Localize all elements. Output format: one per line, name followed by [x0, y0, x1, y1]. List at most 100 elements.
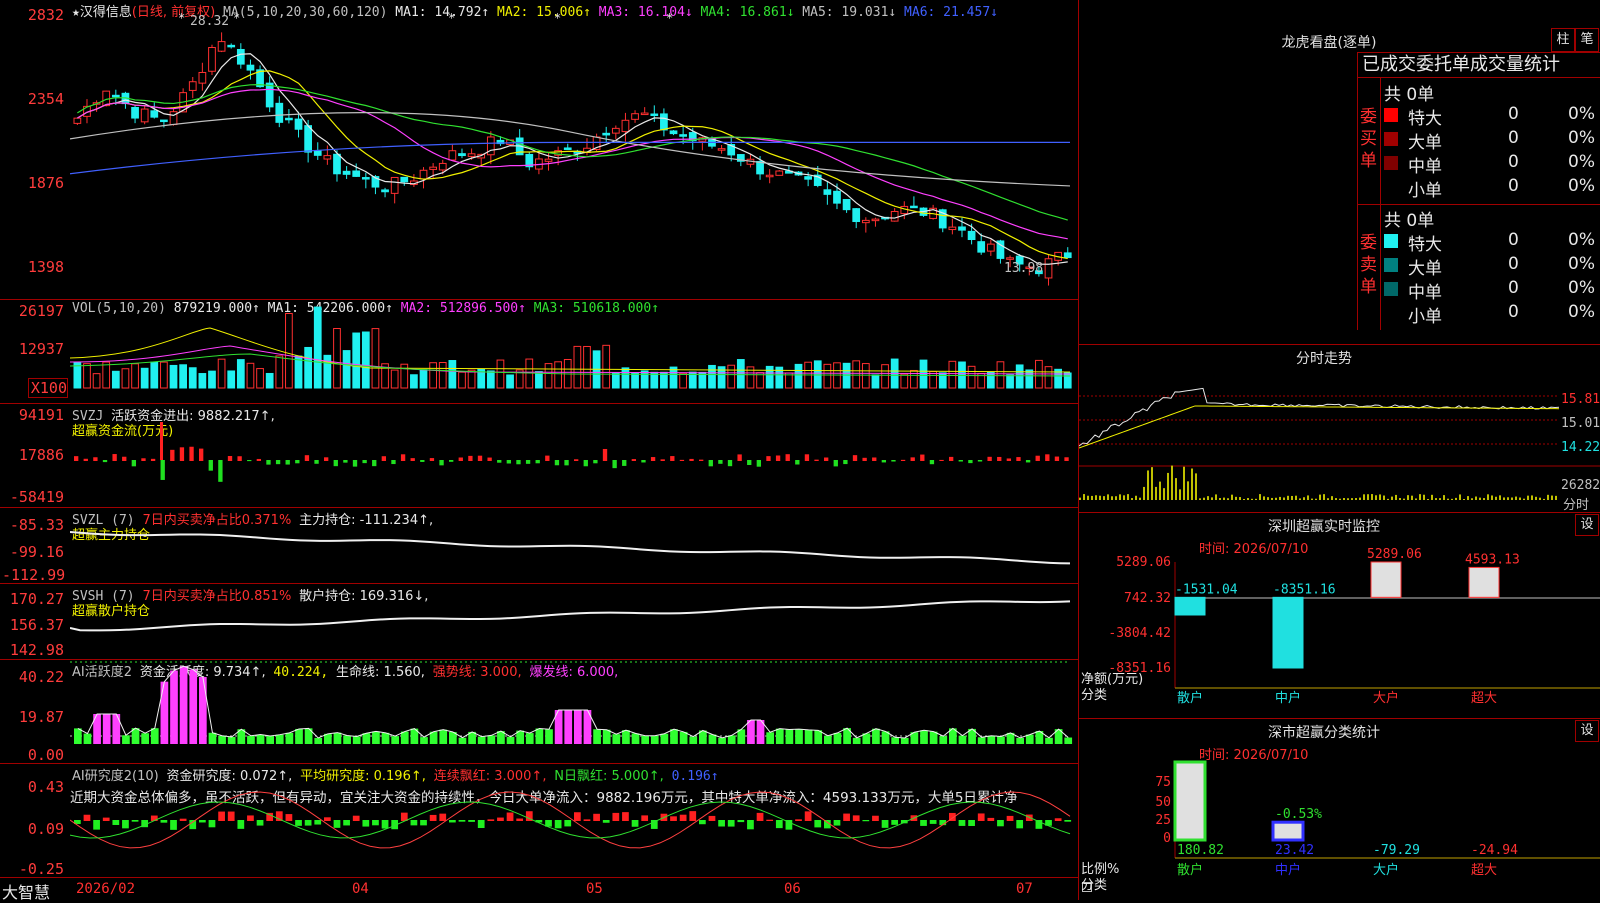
intraday-vol-bar	[1215, 494, 1217, 500]
dragon-tiger-panel[interactable]: 龙虎看盘(逐单) 柱 笔 已成交委托单成交量统计 委买单 共 0单 特大 0 0% 大…	[1079, 0, 1600, 345]
volume-panel[interactable]: VOL(5,10,20) 879219.000↑ MA1: 542206.000…	[0, 300, 1078, 404]
ratio-bar-chart[interactable]: 75 50 25 0 180.82 散户 23.42 中户 -79.29 大户 -24.94 超大 -0…	[1079, 718, 1600, 900]
intraday-chart[interactable]	[1079, 366, 1600, 512]
candle-body	[842, 199, 851, 211]
order-color-swatch	[1384, 180, 1398, 194]
bar-mode-button[interactable]: 柱	[1551, 28, 1575, 52]
intraday-vol-bar	[1099, 495, 1101, 500]
flow-bar	[429, 458, 435, 461]
intraday-vol-bar	[1259, 494, 1261, 500]
candle-body	[227, 44, 236, 48]
volume-bar	[361, 331, 370, 389]
research-bar	[804, 811, 812, 821]
price-panel[interactable]: ★汉得信息(日线, 前复权) MA(5,10,20,30,60,120) MA1…	[0, 0, 1078, 300]
research-bar	[429, 814, 437, 821]
ma-line	[70, 141, 1070, 175]
research-bar	[458, 820, 466, 822]
candle-body	[438, 162, 447, 171]
intraday-vol-bar	[1231, 494, 1233, 500]
order-color-swatch	[1384, 282, 1398, 296]
classification-stats-panel[interactable]: 深市超赢分类统计 设 时间: 2026/07/10 75 50 25 0 180.82 散…	[1079, 718, 1600, 900]
intraday-vol-bar	[1295, 495, 1297, 500]
intraday-vol-bar	[1203, 497, 1205, 500]
activity-bar	[852, 737, 861, 744]
svsh-panel[interactable]: SVSH (7) 7日内买卖净占比0.851% 散户持仓: 169.316↓, …	[0, 584, 1078, 660]
brand-label: 大智慧	[2, 883, 51, 902]
flow-bar	[516, 460, 521, 465]
research-bar	[189, 820, 197, 830]
order-pct: 0%	[1568, 230, 1595, 250]
research-bar	[170, 820, 177, 830]
intraday-vol-bar	[1275, 497, 1277, 500]
intraday-panel[interactable]: 分时走势 15.81 15.01 14.22 26282 分时	[1079, 344, 1600, 513]
research-bar	[208, 820, 216, 828]
order-count: 0	[1508, 104, 1519, 124]
order-size-label: 小单	[1408, 307, 1442, 327]
ai-research-panel[interactable]: AI研究度2(10) 资金研究度: 0.072↑, 平均研究度: 0.196↑,…	[0, 764, 1078, 878]
category-label: 大户	[1373, 690, 1399, 706]
intraday-vol-bar	[1463, 498, 1465, 500]
intraday-vol-bar	[1307, 495, 1309, 500]
volume-bar	[217, 358, 226, 389]
flow-bar	[266, 460, 271, 465]
volume-bar	[765, 365, 774, 389]
money-flow-bars[interactable]	[70, 404, 1078, 508]
research-bars[interactable]	[70, 764, 1078, 878]
research-bar	[891, 820, 899, 825]
intraday-vol-bar	[1443, 495, 1445, 500]
research-bar	[506, 812, 514, 821]
flow-bar	[650, 457, 656, 461]
main-holding-line[interactable]	[70, 508, 1078, 584]
svzl-panel[interactable]: SVZL (7) 7日内买卖净占比0.371% 主力持仓: -111.234↑,…	[0, 508, 1078, 584]
research-bar	[554, 820, 562, 829]
ratio-bar-label: 23.42	[1275, 843, 1314, 858]
candle-body	[669, 130, 678, 135]
flow-bar	[929, 460, 935, 465]
trade-stats-tab[interactable]: 已成交委托单成交量统计	[1357, 52, 1600, 78]
volume-bar	[102, 361, 111, 389]
ai-activity-panel[interactable]: AI活跃度2 资金活跃度: 9.734↑, 40.224, 生命线: 1.560…	[0, 660, 1078, 764]
main-chart-area[interactable]: ★汉得信息(日线, 前复权) MA(5,10,20,30,60,120) MA1…	[0, 0, 1092, 902]
flow-bar	[295, 460, 300, 464]
research-bar	[93, 820, 100, 830]
candle-body	[208, 47, 216, 72]
retail-holding-line[interactable]	[70, 584, 1078, 660]
flow-bar	[74, 456, 79, 461]
intraday-vol-bar	[1131, 498, 1133, 500]
volume-bars[interactable]	[70, 300, 1078, 404]
intraday-vol-bar	[1399, 498, 1401, 500]
volume-bar	[256, 368, 264, 389]
flow-bar	[497, 460, 502, 463]
intraday-vol-bar	[1287, 495, 1289, 500]
intraday-vol-bar	[1291, 495, 1293, 500]
order-pct: 0%	[1568, 176, 1595, 196]
pen-mode-button[interactable]: 笔	[1575, 28, 1599, 52]
volume-bar	[727, 364, 736, 389]
intraday-vol-bar	[1351, 498, 1353, 500]
flow-bar	[1025, 460, 1031, 463]
candlestick-chart[interactable]: * * * * *	[70, 0, 1078, 300]
activity-bar	[1045, 737, 1053, 744]
order-size-label: 小单	[1408, 181, 1442, 201]
flow-bar	[131, 460, 137, 467]
flow-bar	[747, 460, 752, 465]
flow-bar	[987, 456, 992, 461]
candle-body	[333, 153, 341, 175]
intraday-vol-bar	[1515, 496, 1517, 500]
volume-bar	[150, 361, 159, 389]
realtime-monitor-panel[interactable]: 深圳超赢实时监控 设 时间: 2026/07/10 5289.06 742.32-…	[1079, 512, 1600, 719]
activity-bar	[275, 734, 284, 744]
volume-bar	[958, 361, 966, 389]
activity-bar	[929, 731, 938, 744]
candle-body	[563, 147, 572, 150]
volume-bar	[265, 372, 274, 389]
intraday-vol-bar	[1235, 496, 1237, 500]
flow-bar	[304, 455, 310, 461]
activity-bars[interactable]	[70, 660, 1078, 764]
svzj-panel[interactable]: SVZJ 活跃资金进出: 9882.217↑, 超赢资金流(万元) 94191 …	[0, 404, 1078, 508]
activity-bar	[256, 734, 265, 744]
vol-y-tick: 12937	[18, 340, 64, 358]
flow-bar	[237, 456, 242, 461]
intraday-vol-bar	[1167, 472, 1169, 500]
net-amount-bar-chart[interactable]: 5289.06742.32-3804.42-8351.16-1531.04散户-…	[1079, 512, 1600, 718]
